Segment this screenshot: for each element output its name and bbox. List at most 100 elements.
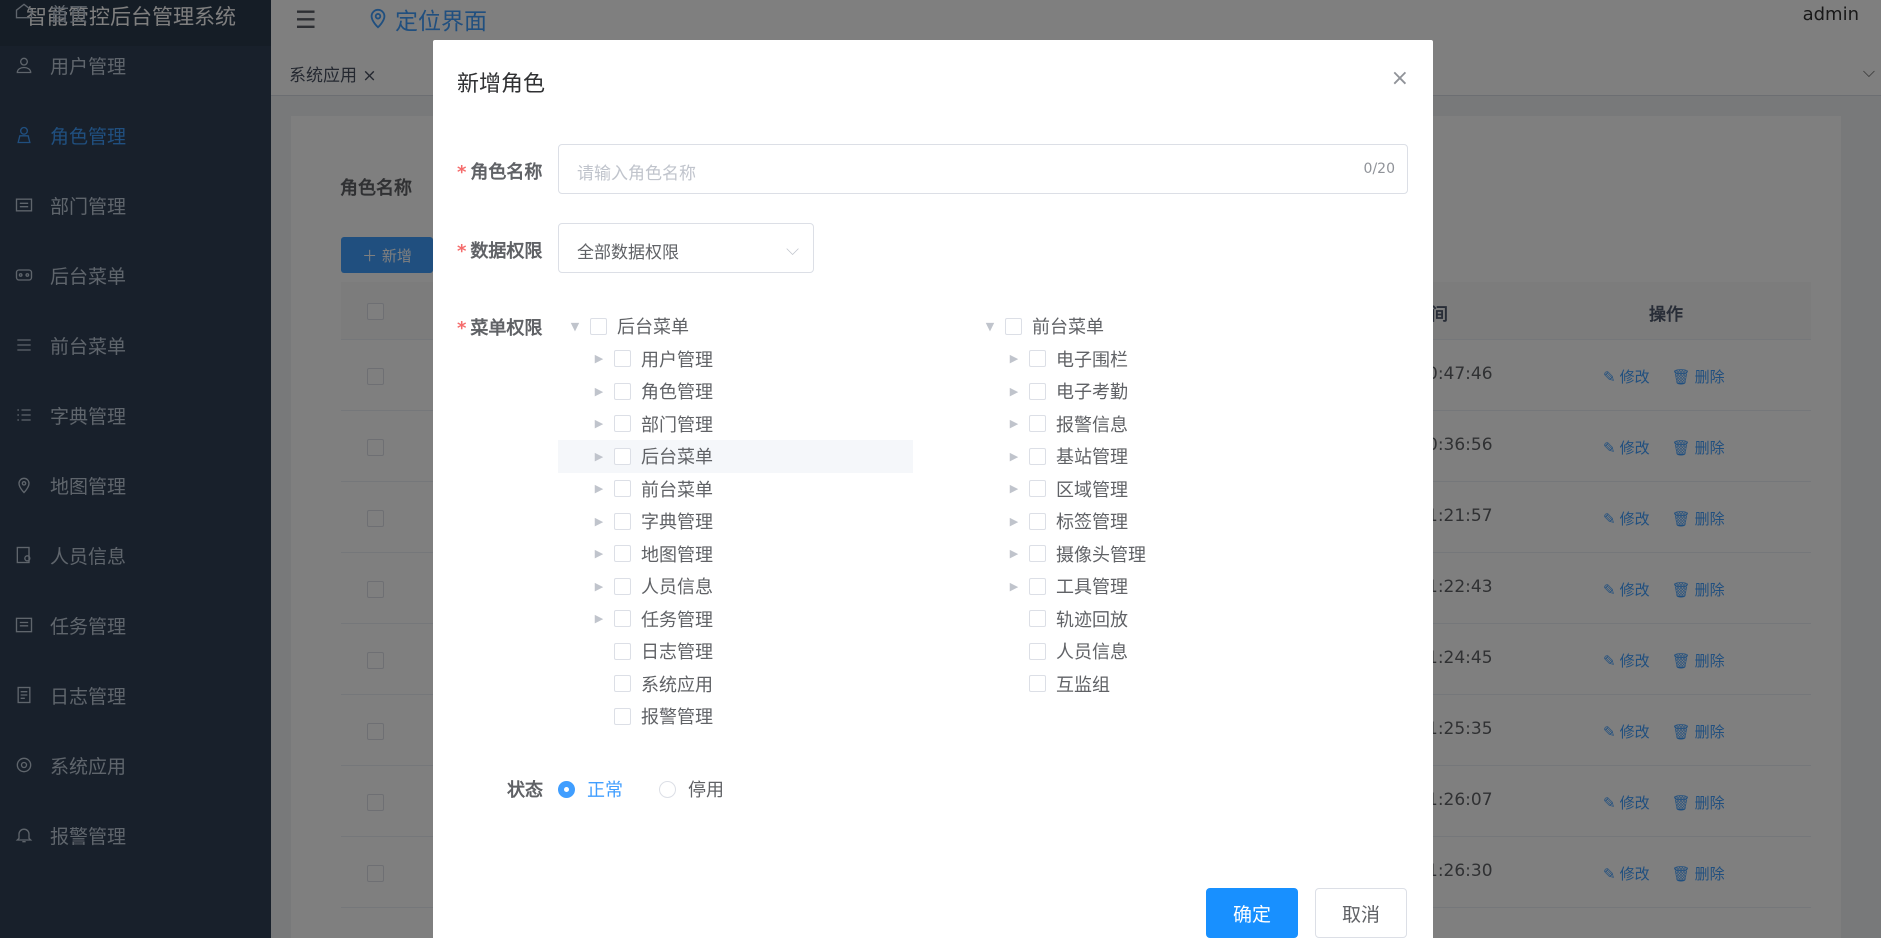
tree-checkbox[interactable]: [1029, 675, 1046, 693]
caret-right-icon[interactable]: ▶: [592, 579, 606, 593]
tree-checkbox[interactable]: [1029, 480, 1046, 498]
tree-checkbox[interactable]: [590, 317, 607, 335]
tree-checkbox[interactable]: [1029, 382, 1046, 400]
tree-node[interactable]: ▶ 区域管理: [973, 473, 1328, 506]
caret-right-icon[interactable]: ▶: [1007, 352, 1021, 366]
caret-right-icon[interactable]: ▶: [1007, 384, 1021, 398]
tree-checkbox[interactable]: [614, 642, 631, 660]
data-scope-label: * 数据权限: [457, 237, 542, 263]
tree-label: 后台菜单: [641, 447, 713, 469]
close-icon[interactable]: ×: [1391, 66, 1409, 91]
data-scope-label-text: 数据权限: [470, 241, 543, 262]
status-normal-label: 正常: [587, 780, 623, 801]
tree-node[interactable]: ▶ 部门管理: [558, 408, 913, 441]
cancel-button[interactable]: 取消: [1315, 888, 1407, 938]
radio-circle: [558, 780, 575, 798]
tree-label: 轨迹回放: [1056, 609, 1128, 631]
caret-right-icon[interactable]: ▶: [592, 352, 606, 366]
tree-checkbox[interactable]: [614, 707, 631, 725]
caret-right-icon[interactable]: ▶: [1007, 547, 1021, 561]
tree-node[interactable]: 人员信息: [973, 635, 1328, 668]
tree-checkbox[interactable]: [614, 382, 631, 400]
tree-checkbox[interactable]: [1005, 317, 1022, 335]
tree-node[interactable]: ▶ 角色管理: [558, 375, 913, 408]
status-disabled-radio[interactable]: 停用: [659, 776, 724, 802]
caret-right-icon[interactable]: ▶: [592, 612, 606, 626]
tree-node[interactable]: 报警管理: [558, 700, 913, 733]
tree-node[interactable]: 轨迹回放: [973, 603, 1328, 636]
tree-checkbox[interactable]: [614, 545, 631, 563]
required-mark: *: [457, 241, 467, 262]
caret-right-icon[interactable]: ▶: [592, 514, 606, 528]
tree-node[interactable]: ▶ 基站管理: [973, 440, 1328, 473]
tree-node[interactable]: ▶ 人员信息: [558, 570, 913, 603]
tree-label: 前台菜单: [1032, 317, 1104, 339]
caret-right-icon[interactable]: ▶: [1007, 417, 1021, 431]
tree-node[interactable]: ▶ 后台菜单: [558, 440, 913, 473]
tree-checkbox[interactable]: [614, 350, 631, 368]
caret-down-icon[interactable]: ▼: [983, 319, 997, 333]
caret-right-icon[interactable]: ▶: [592, 384, 606, 398]
tree-node[interactable]: ▶ 地图管理: [558, 538, 913, 571]
tree-label: 日志管理: [641, 642, 713, 664]
caret-right-icon[interactable]: ▶: [592, 547, 606, 561]
role-name-label-text: 角色名称: [470, 162, 543, 183]
caret-right-icon[interactable]: ▶: [1007, 579, 1021, 593]
role-name-input[interactable]: 请输入角色名称 0/20: [558, 144, 1408, 194]
tree-checkbox[interactable]: [614, 447, 631, 465]
tree-root[interactable]: ▼ 前台菜单: [973, 310, 1328, 343]
tree-node[interactable]: ▶ 报警信息: [973, 408, 1328, 441]
tree-checkbox[interactable]: [1029, 415, 1046, 433]
backend-menu-tree: ▼ 后台菜单 ▶ 用户管理 ▶ 角色管理 ▶ 部门管理 ▶ 后台菜单 ▶ 前台菜单 ▶ 字典管理 ▶ 地图管理…: [558, 310, 913, 733]
tree-checkbox[interactable]: [614, 675, 631, 693]
caret-right-icon[interactable]: ▶: [1007, 449, 1021, 463]
caret-right-icon[interactable]: ▶: [1007, 514, 1021, 528]
tree-checkbox[interactable]: [1029, 577, 1046, 595]
tree-checkbox[interactable]: [1029, 545, 1046, 563]
tree-node[interactable]: ▶ 电子围栏: [973, 343, 1328, 376]
tree-checkbox[interactable]: [1029, 350, 1046, 368]
tree-node[interactable]: ▶ 摄像头管理: [973, 538, 1328, 571]
tree-node[interactable]: ▶ 字典管理: [558, 505, 913, 538]
tree-checkbox[interactable]: [1029, 447, 1046, 465]
tree-node[interactable]: 日志管理: [558, 635, 913, 668]
tree-node[interactable]: ▶ 工具管理: [973, 570, 1328, 603]
tree-node[interactable]: 互监组: [973, 668, 1328, 701]
tree-label: 区域管理: [1056, 479, 1128, 501]
tree-node[interactable]: ▶ 用户管理: [558, 343, 913, 376]
tree-checkbox[interactable]: [614, 610, 631, 628]
required-mark: *: [457, 162, 467, 183]
tree-node[interactable]: ▶ 电子考勤: [973, 375, 1328, 408]
caret-right-icon[interactable]: ▶: [592, 482, 606, 496]
tree-root[interactable]: ▼ 后台菜单: [558, 310, 913, 343]
data-scope-select[interactable]: 全部数据权限 ⌵: [558, 223, 814, 273]
tree-checkbox[interactable]: [614, 512, 631, 530]
tree-checkbox[interactable]: [614, 577, 631, 595]
tree-label: 工具管理: [1056, 577, 1128, 599]
tree-node[interactable]: 系统应用: [558, 668, 913, 701]
tree-checkbox[interactable]: [1029, 642, 1046, 660]
status-normal-radio[interactable]: 正常: [558, 776, 623, 802]
tree-node[interactable]: ▶ 任务管理: [558, 603, 913, 636]
caret-right-icon[interactable]: ▶: [1007, 482, 1021, 496]
tree-node[interactable]: ▶ 前台菜单: [558, 473, 913, 506]
tree-node[interactable]: ▶ 标签管理: [973, 505, 1328, 538]
required-mark: *: [457, 318, 467, 339]
confirm-button[interactable]: 确定: [1206, 888, 1298, 938]
caret-right-icon[interactable]: ▶: [592, 417, 606, 431]
tree-checkbox[interactable]: [614, 415, 631, 433]
caret-down-icon[interactable]: ▼: [568, 319, 582, 333]
menu-perm-label-text: 菜单权限: [470, 318, 543, 339]
caret-right-icon[interactable]: ▶: [592, 449, 606, 463]
tree-checkbox[interactable]: [614, 480, 631, 498]
tree-checkbox[interactable]: [1029, 512, 1046, 530]
role-name-label: * 角色名称: [457, 158, 542, 184]
role-name-count: 0/20: [1363, 161, 1395, 177]
tree-checkbox[interactable]: [1029, 610, 1046, 628]
chevron-down-icon: ⌵: [786, 240, 799, 260]
